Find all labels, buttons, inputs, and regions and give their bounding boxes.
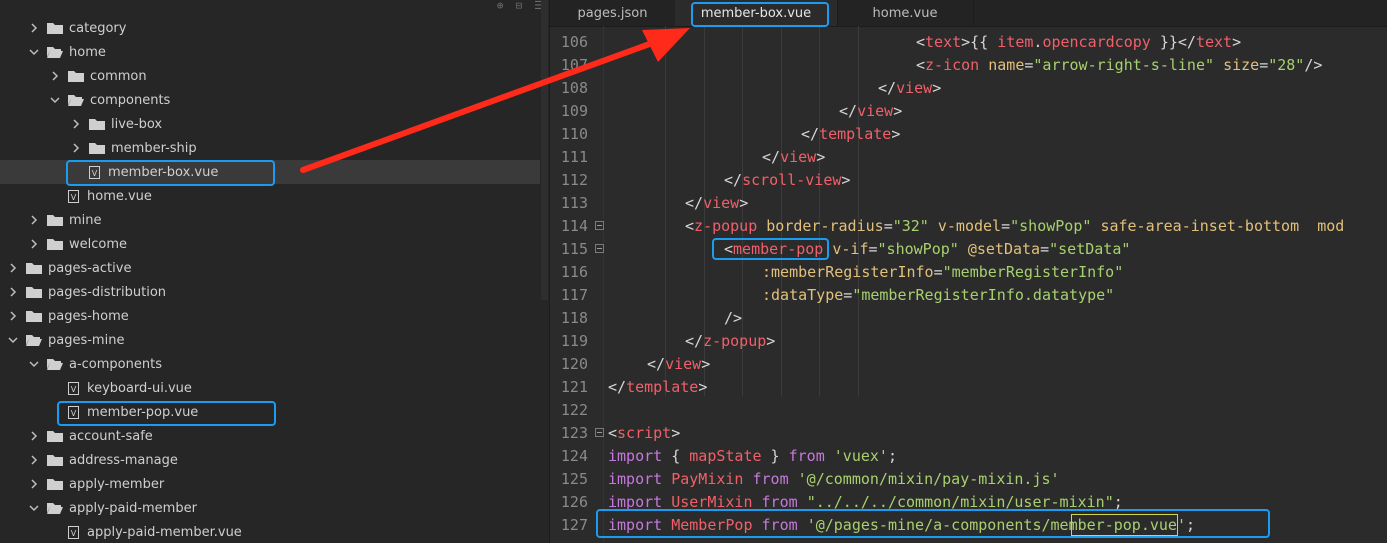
annotation-arrow	[300, 28, 690, 173]
arrow-shaft	[300, 39, 658, 173]
